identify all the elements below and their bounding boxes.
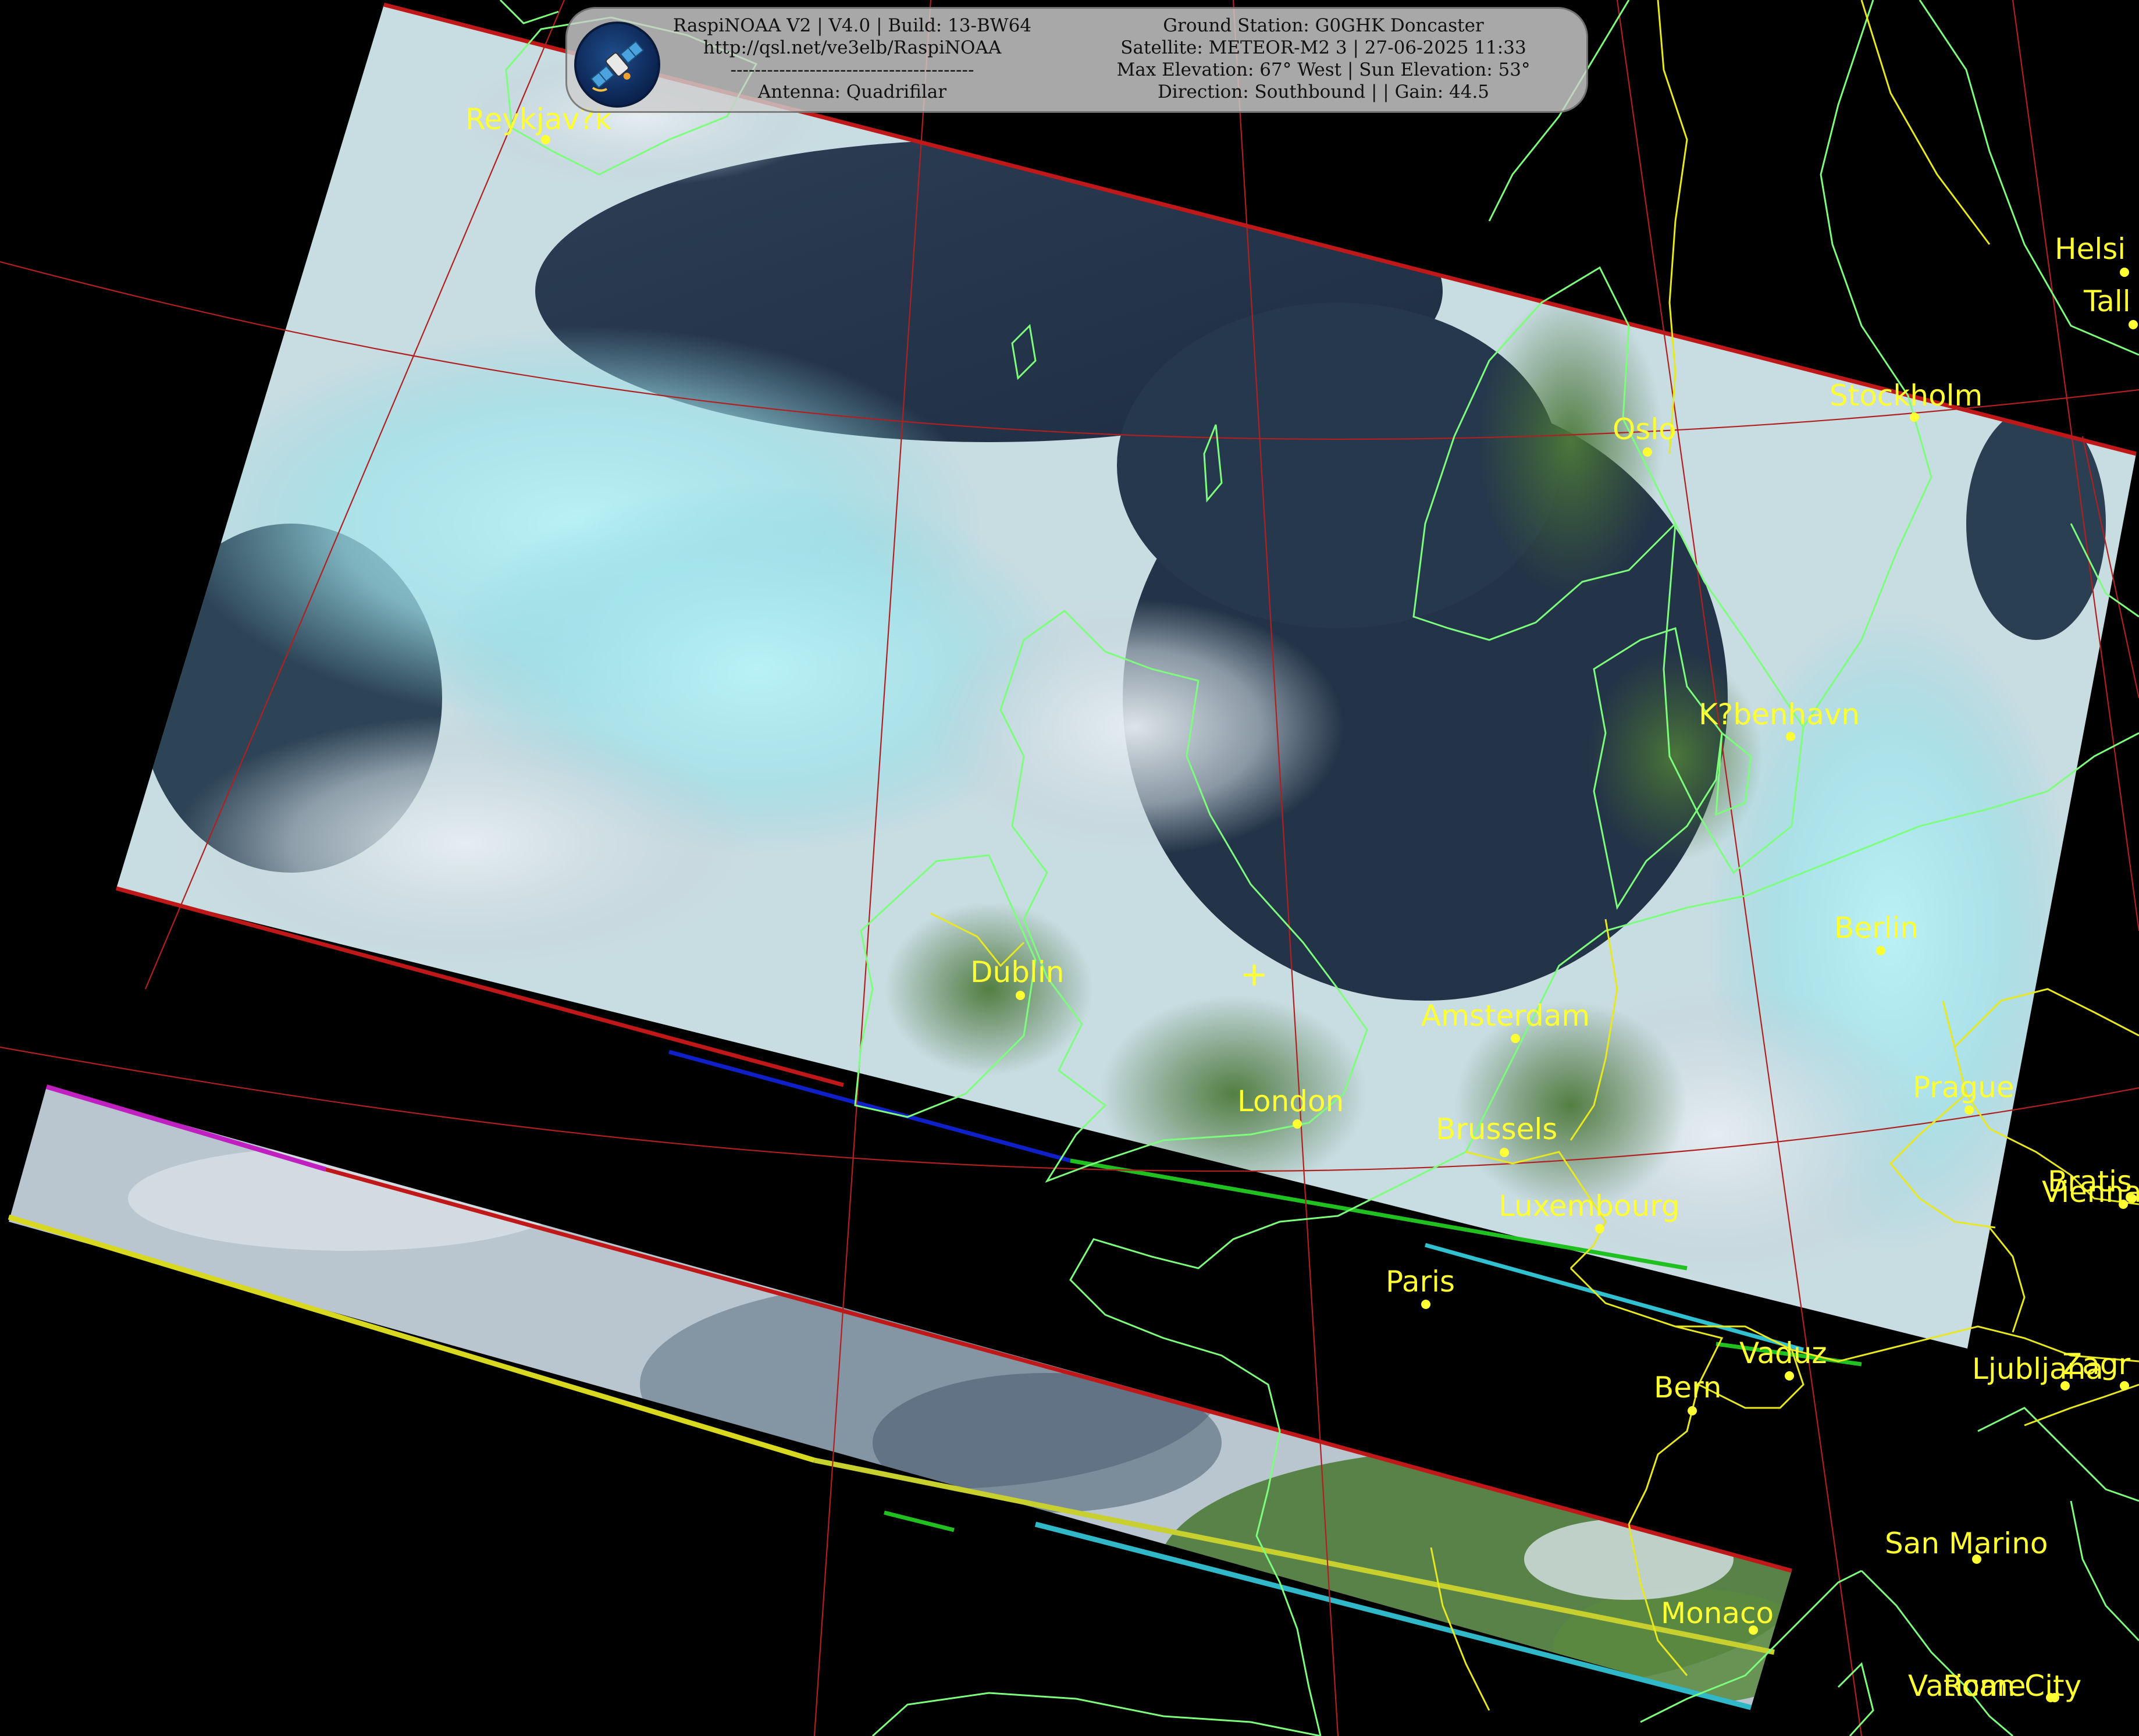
main-swath bbox=[116, 2, 2137, 1367]
separator-line: ---------------------------------------- bbox=[730, 59, 974, 80]
city-label-berlin: Berlin bbox=[1834, 911, 1919, 945]
city-marker-dublin bbox=[1016, 991, 1025, 1000]
city-label-monaco: Monaco bbox=[1661, 1596, 1774, 1630]
satellite-icon bbox=[574, 22, 660, 108]
elevation-info: Max Elevation: 67° West | Sun Elevation:… bbox=[1116, 59, 1531, 80]
city-label-amsterdam: Amsterdam bbox=[1421, 999, 1590, 1033]
city-label-san-marino: San Marino bbox=[1885, 1527, 2048, 1560]
city-marker-brussels bbox=[1500, 1148, 1509, 1157]
city-marker-london bbox=[1293, 1119, 1302, 1129]
city-label-zagr: Zagr bbox=[2062, 1347, 2131, 1381]
city-label-bratis: Bratis bbox=[2048, 1165, 2132, 1198]
city-label-vaduz: Vaduz bbox=[1739, 1336, 1827, 1370]
city-marker-prague bbox=[1964, 1105, 1974, 1115]
map-canvas: Reykjav?kOsloStockholmHelsiTallK?benhavn… bbox=[0, 0, 2139, 1736]
antenna-info: Antenna: Quadrifilar bbox=[757, 81, 947, 102]
city-marker-k-benhavn bbox=[1786, 732, 1795, 741]
city-marker-reykjav-k bbox=[541, 135, 550, 144]
city-marker-rome bbox=[2050, 1693, 2059, 1702]
city-marker-vaduz bbox=[1785, 1371, 1794, 1381]
satellite-info: Satellite: METEOR-M2 3 | 27-06-2025 11:3… bbox=[1120, 37, 1526, 58]
city-marker-oslo bbox=[1643, 447, 1652, 457]
satellite-pass-image: Reykjav?k Oslo Stockholm Helsi Tall K?benhavn… bbox=[0, 0, 2139, 1736]
city-marker-paris bbox=[1421, 1300, 1430, 1309]
header-left-column: RaspiNOAA V2 | V4.0 | Build: 13-BW64 htt… bbox=[654, 15, 1050, 103]
city-marker-berlin bbox=[1876, 946, 1885, 955]
city-label-k-benhavn: K?benhavn bbox=[1699, 698, 1860, 731]
ground-station: Ground Station: G0GHK Doncaster bbox=[1163, 15, 1484, 36]
city-label-dublin: Dublin bbox=[970, 955, 1064, 989]
city-marker-amsterdam bbox=[1511, 1034, 1520, 1043]
city-label-stockholm: Stockholm bbox=[1830, 379, 1983, 412]
city-label-tall: Tall bbox=[2083, 284, 2131, 318]
city-marker-bern bbox=[1688, 1406, 1697, 1415]
city-label-luxembourg: Luxembourg bbox=[1499, 1189, 1680, 1223]
direction-gain: Direction: Southbound | | Gain: 44.5 bbox=[1157, 81, 1490, 102]
pass-info-header: RaspiNOAA V2 | V4.0 | Build: 13-BW64 htt… bbox=[565, 7, 1588, 113]
city-marker-helsi bbox=[2120, 268, 2129, 277]
city-marker-stockholm bbox=[1910, 412, 1919, 422]
website-url: http://qsl.net/ve3elb/RaspiNOAA bbox=[703, 37, 1002, 58]
city-label-london: London bbox=[1237, 1084, 1344, 1118]
city-label-prague: Prague bbox=[1913, 1070, 2015, 1104]
city-label-bern: Bern bbox=[1654, 1371, 1721, 1404]
city-marker-tall bbox=[2129, 320, 2138, 329]
city-label-oslo: Oslo bbox=[1613, 412, 1677, 446]
city-marker-zagr bbox=[2120, 1381, 2129, 1390]
header-right-column: Ground Station: G0GHK Doncaster Satellit… bbox=[1067, 15, 1579, 103]
city-label-brussels: Brussels bbox=[1436, 1112, 1557, 1146]
city-label-rome: Rome bbox=[1943, 1669, 2026, 1703]
city-label-paris: Paris bbox=[1386, 1265, 1455, 1299]
city-marker-luxembourg bbox=[1595, 1224, 1604, 1233]
software-version: RaspiNOAA V2 | V4.0 | Build: 13-BW64 bbox=[672, 15, 1032, 36]
city-label-helsi: Helsi bbox=[2055, 232, 2126, 266]
